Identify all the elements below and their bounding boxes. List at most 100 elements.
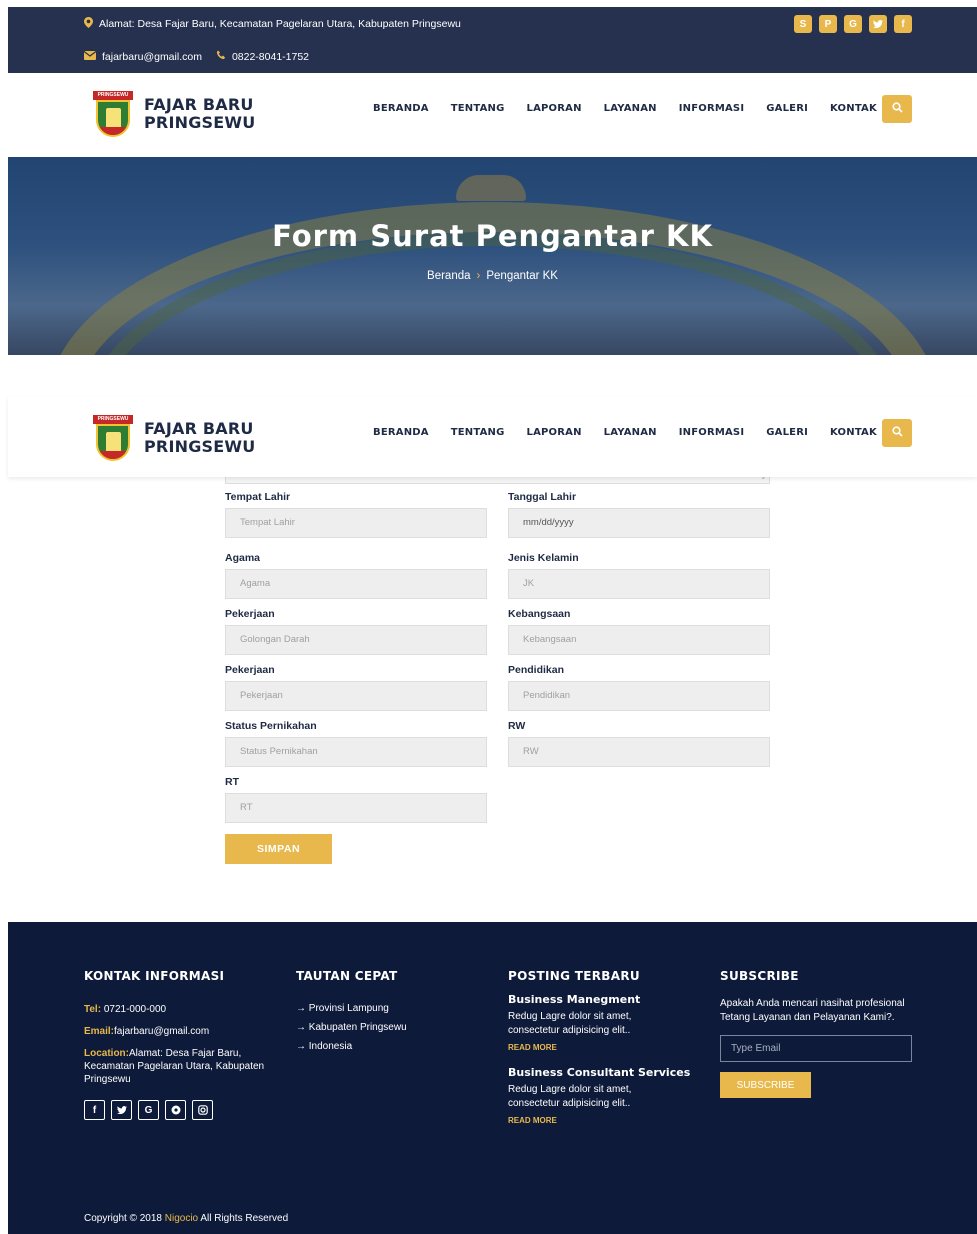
field-label: Status Pernikahan: [225, 720, 317, 732]
topbar-address: Alamat: Desa Fajar Baru, Kecamatan Pagel…: [99, 18, 461, 30]
field-rt: RT RT: [225, 776, 487, 823]
brand-line-1: FAJAR BARU: [144, 95, 254, 114]
chevron-right-icon: ›: [476, 270, 481, 282]
page-title: Form Surat Pengantar KK: [272, 219, 713, 253]
footer-quick-links: TAUTAN CEPAT → Provinsi Lampung → Kabupa…: [296, 969, 407, 1060]
subscribe-email-input[interactable]: Type Email: [720, 1035, 912, 1062]
quick-link-kabupaten[interactable]: → Kabupaten Pringsewu: [296, 1022, 407, 1033]
nav-layanan[interactable]: LAYANAN: [604, 427, 657, 438]
field-agama: Agama Agama: [225, 552, 487, 599]
read-more-link[interactable]: READ MORE: [508, 1116, 690, 1125]
field-label: Pekerjaan: [225, 664, 275, 676]
skype-icon[interactable]: S: [794, 15, 812, 33]
brand-line-1: FAJAR BARU: [144, 419, 254, 438]
post-title[interactable]: Business Manegment: [508, 993, 690, 1006]
google-icon[interactable]: G: [138, 1100, 159, 1120]
tel-value[interactable]: 0721-000-000: [104, 1004, 166, 1015]
field-tanggal-lahir: Tanggal Lahir mm/dd/yyyy: [508, 491, 770, 538]
search-button[interactable]: [882, 95, 912, 123]
pendidikan-input[interactable]: Pendidikan: [508, 681, 770, 711]
post-excerpt: Redug Lagre dolor sit amet, consectetur …: [508, 1011, 632, 1036]
field-status-pernikahan: Status Pernikahan Status Pernikahan: [225, 720, 487, 767]
field-label: Agama: [225, 552, 261, 564]
emblem-text: PRINGSEWU: [93, 91, 133, 100]
twitter-icon[interactable]: [869, 15, 887, 33]
copyright-brand-link[interactable]: Nigocio: [165, 1213, 198, 1224]
sticky-header: PRINGSEWU FAJAR BARU PRINGSEWU BERANDA T…: [8, 397, 977, 477]
simpan-button[interactable]: SIMPAN: [225, 834, 332, 864]
nav-galeri[interactable]: GALERI: [766, 103, 808, 114]
nav-layanan[interactable]: LAYANAN: [604, 103, 657, 114]
page-banner: Form Surat Pengantar KK Beranda › Penganta…: [8, 157, 977, 355]
site-logo-sticky[interactable]: PRINGSEWU FAJAR BARU PRINGSEWU: [93, 415, 255, 461]
tempat-lahir-input[interactable]: Tempat Lahir: [225, 508, 487, 538]
pinterest-icon[interactable]: P: [819, 15, 837, 33]
search-button[interactable]: [882, 419, 912, 447]
main-nav: BERANDA TENTANG LAPORAN LAYANAN INFORMAS…: [373, 103, 877, 114]
tanggal-lahir-date-input[interactable]: mm/dd/yyyy: [508, 508, 770, 538]
field-label: Jenis Kelamin: [508, 552, 579, 564]
twitter-icon[interactable]: [111, 1100, 132, 1120]
nav-kontak[interactable]: KONTAK: [830, 427, 877, 438]
nav-tentang[interactable]: TENTANG: [451, 103, 505, 114]
field-pekerjaan-1: Pekerjaan Golongan Darah: [225, 608, 487, 655]
pinterest-icon[interactable]: [165, 1100, 186, 1120]
status-pernikahan-input[interactable]: Status Pernikahan: [225, 737, 487, 767]
quick-link-label: Indonesia: [308, 1041, 353, 1052]
copyright-suffix: All Rights Reserved: [200, 1213, 289, 1224]
google-icon[interactable]: G: [844, 15, 862, 33]
footer-subscribe: SUBSCRIBE Apakah Anda mencari nasihat pr…: [720, 969, 912, 1098]
quick-links-heading: TAUTAN CEPAT: [296, 969, 398, 983]
breadcrumb-current: Pengantar KK: [486, 270, 558, 282]
footer-recent-posts: POSTING TERBARU Business Manegment Redug…: [508, 969, 690, 1139]
rw-input[interactable]: RW: [508, 737, 770, 767]
facebook-icon[interactable]: f: [84, 1100, 105, 1120]
nav-tentang[interactable]: TENTANG: [451, 427, 505, 438]
field-tempat-lahir: Tempat Lahir Tempat Lahir: [225, 491, 487, 538]
footer-socials: f G: [84, 1100, 269, 1120]
nav-informasi[interactable]: INFORMASI: [679, 427, 745, 438]
kebangsaan-input[interactable]: Kebangsaan: [508, 625, 770, 655]
pekerjaan-input[interactable]: Pekerjaan: [225, 681, 487, 711]
copyright: Copyright © 2018 Nigocio All Rights Rese…: [84, 1213, 288, 1224]
nav-galeri[interactable]: GALERI: [766, 427, 808, 438]
agama-input[interactable]: Agama: [225, 569, 487, 599]
map-marker-icon: [84, 17, 93, 31]
nav-laporan[interactable]: LAPORAN: [527, 427, 582, 438]
field-label: Tanggal Lahir: [508, 491, 577, 503]
nav-informasi[interactable]: INFORMASI: [679, 103, 745, 114]
field-label: Kebangsaan: [508, 608, 571, 620]
quick-link-provinsi[interactable]: → Provinsi Lampung: [296, 1003, 407, 1014]
read-more-link[interactable]: READ MORE: [508, 1043, 690, 1052]
arrow-right-icon: →: [296, 1003, 309, 1014]
rt-input[interactable]: RT: [225, 793, 487, 823]
instagram-icon[interactable]: [192, 1100, 213, 1120]
topbar-phone[interactable]: 0822-8041-1752: [232, 51, 309, 63]
field-rw: RW RW: [508, 720, 770, 767]
topbar-email[interactable]: fajarbaru@gmail.com: [102, 51, 202, 63]
post-title[interactable]: Business Consultant Services: [508, 1066, 690, 1079]
post-excerpt: Redug Lagre dolor sit amet, consectetur …: [508, 1084, 632, 1109]
nav-beranda[interactable]: BERANDA: [373, 427, 429, 438]
subscribe-text: Apakah Anda mencari nasihat profesional …: [720, 998, 905, 1023]
jenis-kelamin-input[interactable]: JK: [508, 569, 770, 599]
facebook-icon[interactable]: f: [894, 15, 912, 33]
field-label: Tempat Lahir: [225, 491, 291, 503]
email-value[interactable]: fajarbaru@gmail.com: [114, 1026, 209, 1037]
golongan-darah-input[interactable]: Golongan Darah: [225, 625, 487, 655]
copyright-text: Copyright © 2018: [84, 1213, 162, 1224]
nav-kontak[interactable]: KONTAK: [830, 103, 877, 114]
quick-link-indonesia[interactable]: → Indonesia: [296, 1041, 407, 1052]
nav-beranda[interactable]: BERANDA: [373, 103, 429, 114]
recent-posts-heading: POSTING TERBARU: [508, 969, 640, 983]
nav-laporan[interactable]: LAPORAN: [527, 103, 582, 114]
main-header: PRINGSEWU FAJAR BARU PRINGSEWU BERANDA T…: [8, 73, 977, 153]
field-kebangsaan: Kebangsaan Kebangsaan: [508, 608, 770, 655]
footer-contact: KONTAK INFORMASI Tel: 0721-000-000 Email…: [84, 969, 269, 1120]
field-label: RW: [508, 720, 526, 732]
quick-link-label: Kabupaten Pringsewu: [308, 1022, 407, 1033]
subscribe-button[interactable]: SUBSCRIBE: [720, 1072, 811, 1098]
quick-link-label: Provinsi Lampung: [308, 1003, 389, 1014]
site-logo[interactable]: PRINGSEWU FAJAR BARU PRINGSEWU: [93, 91, 255, 137]
breadcrumb-home[interactable]: Beranda: [427, 270, 470, 282]
